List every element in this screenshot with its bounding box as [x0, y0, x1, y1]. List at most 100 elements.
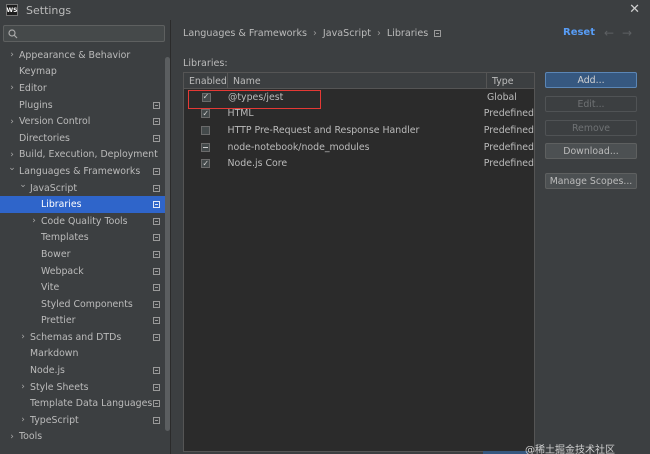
chevron-right-icon[interactable]: › [8, 117, 16, 127]
column-header-type[interactable]: Type [487, 73, 534, 89]
sidebar-item-appearance-behavior[interactable]: › Appearance & Behavior [0, 47, 170, 64]
search-field[interactable] [22, 28, 162, 39]
app-icon-text: WS [6, 6, 18, 14]
enabled-cell [184, 142, 228, 152]
chevron-right-icon[interactable]: › [30, 216, 38, 226]
sidebar-item-templates[interactable]: Templates [0, 230, 170, 247]
download-button[interactable]: Download... [545, 143, 637, 159]
edit-button[interactable]: Edit... [545, 96, 637, 112]
libraries-label: Libraries: [183, 58, 228, 69]
chevron-right-icon[interactable]: › [19, 382, 27, 392]
sidebar-item-label: Node.js [30, 365, 65, 377]
project-scope-icon [153, 267, 160, 275]
chevron-right-icon[interactable]: › [19, 332, 27, 342]
sidebar-item-version-control[interactable]: › Version Control [0, 113, 170, 130]
library-type: Predefined [483, 141, 534, 153]
chevron-right-icon[interactable]: › [8, 150, 16, 160]
sidebar-item-prettier[interactable]: Prettier [0, 313, 170, 330]
chevron-down-icon[interactable]: ⌄ [8, 163, 16, 173]
column-header-enabled[interactable]: Enabled [184, 73, 228, 89]
breadcrumb: Languages & Frameworks › JavaScript › Li… [183, 28, 442, 39]
breadcrumb-item-libraries: Libraries [386, 28, 429, 39]
sidebar-item-libraries[interactable]: Libraries [0, 196, 170, 213]
sidebar-item-code-quality-tools[interactable]: › Code Quality Tools [0, 213, 170, 230]
remove-button[interactable]: Remove [545, 120, 637, 136]
sidebar-item-schemas-and-dtds[interactable]: › Schemas and DTDs [0, 329, 170, 346]
libraries-panel: Languages & Frameworks › JavaScript › Li… [172, 20, 650, 454]
sidebar-item-label: Build, Execution, Deployment [19, 149, 158, 161]
enabled-checkbox[interactable]: ✓ [201, 159, 211, 169]
forward-arrow-icon[interactable]: → [622, 26, 632, 40]
sidebar-item-label: Templates [41, 232, 89, 244]
sidebar-item-label: Libraries [41, 199, 82, 211]
sidebar-item-label: JavaScript [30, 182, 77, 194]
project-scope-icon [153, 284, 160, 292]
sidebar-item-tools[interactable]: › Tools [0, 429, 170, 446]
close-icon[interactable]: ✕ [629, 2, 640, 17]
search-input[interactable] [3, 25, 165, 42]
library-type: Global [487, 91, 517, 103]
sidebar-item-label: Tools [19, 431, 43, 443]
chevron-down-icon[interactable]: ⌄ [19, 180, 27, 190]
sidebar-item-node-js[interactable]: Node.js [0, 362, 170, 379]
sidebar-item-label: TypeScript [30, 414, 79, 426]
sidebar-item-style-sheets[interactable]: › Style Sheets [0, 379, 170, 396]
project-scope-icon [153, 118, 160, 126]
sidebar-item-typescript[interactable]: › TypeScript [0, 412, 170, 429]
table-row[interactable]: ✓ Node.js Core Predefined [184, 155, 534, 172]
chevron-right-icon[interactable]: › [8, 50, 16, 60]
webstorm-logo-icon: WS [6, 4, 18, 16]
sidebar-item-label: Webpack [41, 265, 84, 277]
sidebar-item-markdown[interactable]: Markdown [0, 346, 170, 363]
title-bar: WS Settings ✕ [0, 0, 650, 20]
sidebar-item-label: Prettier [41, 315, 76, 327]
libraries-table: Enabled Name Type ✓ @types/jest Global ✓ HTM… [183, 72, 535, 452]
enabled-cell: ✓ [184, 109, 228, 119]
sidebar-scrollbar[interactable] [165, 57, 170, 431]
manage-scopes-button[interactable]: Manage Scopes... [545, 173, 637, 189]
enabled-checkbox[interactable]: ✓ [201, 109, 211, 119]
sidebar-item-languages-frameworks[interactable]: ⌄ Languages & Frameworks [0, 163, 170, 180]
library-type: Predefined [483, 158, 534, 170]
sidebar-item-javascript[interactable]: ⌄ JavaScript [0, 180, 170, 197]
sidebar-item-keymap[interactable]: Keymap [0, 64, 170, 81]
sidebar-item-template-data-languages[interactable]: Template Data Languages [0, 395, 170, 412]
table-row[interactable]: HTTP Pre-Request and Response Handler Pre… [184, 122, 534, 139]
enabled-checkbox[interactable] [201, 142, 211, 152]
table-row[interactable]: node-notebook/node_modules Predefined [184, 139, 534, 156]
back-arrow-icon[interactable]: ← [604, 26, 614, 40]
sidebar-item-plugins[interactable]: Plugins [0, 97, 170, 114]
annotation-highlight-box [188, 90, 321, 109]
sidebar-item-editor[interactable]: › Editor [0, 80, 170, 97]
sidebar-item-label: Plugins [19, 99, 53, 111]
breadcrumb-separator: › [313, 28, 317, 39]
reset-link[interactable]: Reset [563, 27, 595, 38]
watermark-text: @稀土掘金技术社区 [525, 445, 615, 454]
project-scope-icon [153, 134, 160, 142]
project-scope-icon [434, 30, 442, 37]
library-name: HTML [227, 108, 254, 120]
breadcrumb-item-languages: Languages & Frameworks [183, 28, 308, 39]
sidebar-item-bower[interactable]: Bower [0, 246, 170, 263]
sidebar-item-vite[interactable]: Vite [0, 279, 170, 296]
sidebar-item-webpack[interactable]: Webpack [0, 263, 170, 280]
enabled-cell [184, 125, 228, 135]
add-button[interactable]: Add... [545, 72, 637, 88]
project-scope-icon [153, 383, 160, 391]
project-scope-icon [153, 317, 160, 325]
sidebar-item-build-execution-deployment[interactable]: › Build, Execution, Deployment [0, 147, 170, 164]
search-icon [8, 28, 18, 38]
column-header-name[interactable]: Name [228, 73, 487, 89]
project-scope-icon [153, 101, 160, 109]
sidebar-item-styled-components[interactable]: Styled Components [0, 296, 170, 313]
chevron-right-icon[interactable]: › [8, 83, 16, 93]
project-scope-icon [153, 201, 160, 209]
chevron-right-icon[interactable]: › [8, 432, 16, 442]
project-scope-icon [153, 250, 160, 258]
sidebar-item-directories[interactable]: Directories [0, 130, 170, 147]
sidebar-item-label: Editor [19, 82, 47, 94]
chevron-right-icon[interactable]: › [19, 415, 27, 425]
project-scope-icon [153, 400, 160, 408]
enabled-checkbox[interactable] [201, 125, 211, 135]
sidebar-item-label: Bower [41, 248, 71, 260]
